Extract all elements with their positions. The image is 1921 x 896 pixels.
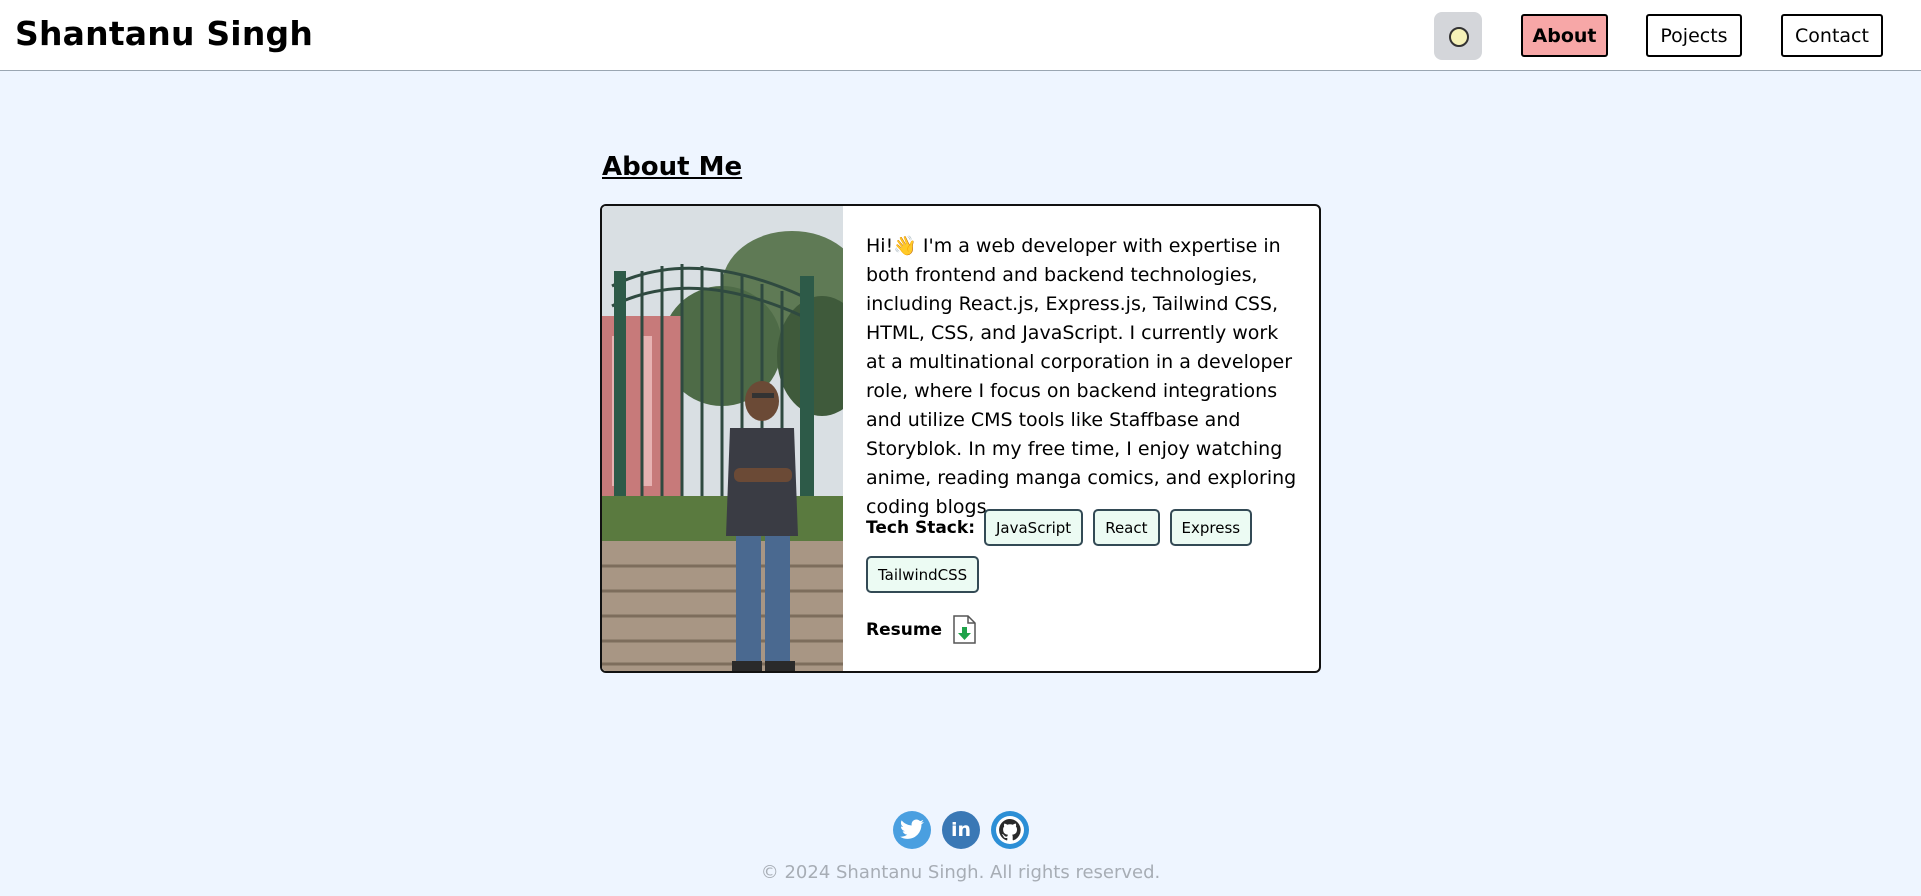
nav-projects-button[interactable]: Pojects: [1646, 14, 1742, 57]
site-header: Shantanu Singh About Pojects Contact: [0, 0, 1921, 71]
social-links: in: [893, 811, 1029, 849]
download-file-icon[interactable]: [952, 615, 977, 644]
sun-icon: [1449, 27, 1469, 47]
about-card: Hi!👋 I'm a web developer with expertise …: [600, 204, 1321, 673]
about-bio: Hi!👋 I'm a web developer with expertise …: [866, 235, 1297, 518]
linkedin-icon[interactable]: in: [942, 811, 980, 849]
theme-toggle-button[interactable]: [1434, 12, 1482, 60]
twitter-icon[interactable]: [893, 811, 931, 849]
copyright-text: © 2024 Shantanu Singh. All rights reserv…: [760, 862, 1161, 883]
tech-stack-label: Tech Stack:: [866, 517, 975, 538]
resume-label: Resume: [866, 619, 943, 640]
tech-stack: Tech Stack: JavaScript React Express Tai…: [866, 509, 1306, 593]
nav-about-button[interactable]: About: [1521, 14, 1608, 57]
site-brand[interactable]: Shantanu Singh: [15, 14, 313, 53]
tech-chip-tailwindcss: TailwindCSS: [866, 556, 980, 593]
tech-chip-express: Express: [1169, 509, 1253, 546]
about-title: About Me: [602, 152, 743, 182]
tech-chip-react: React: [1093, 509, 1160, 546]
resume-row: Resume: [866, 615, 977, 644]
tech-chip-javascript: JavaScript: [984, 509, 1084, 546]
github-icon[interactable]: [991, 811, 1029, 849]
profile-photo: [602, 206, 843, 671]
nav-contact-button[interactable]: Contact: [1781, 14, 1883, 57]
